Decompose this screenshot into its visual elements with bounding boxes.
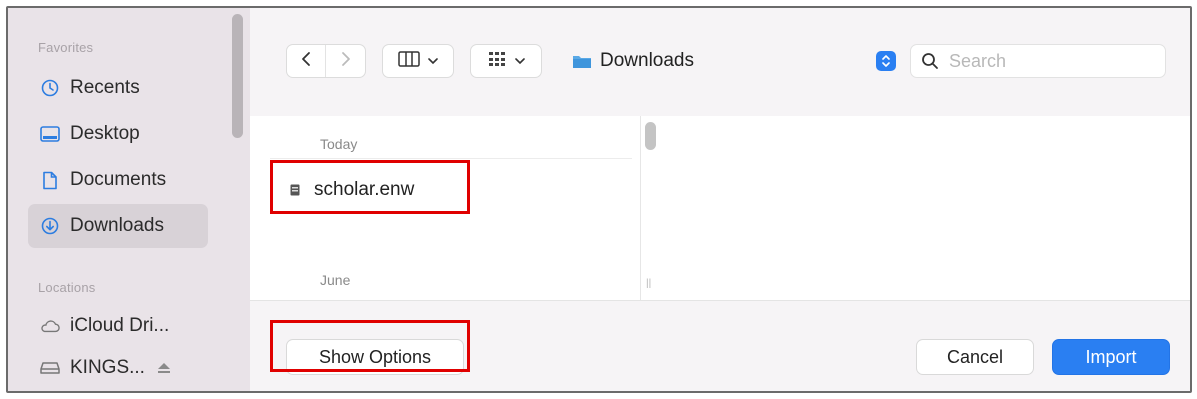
sidebar-item-desktop[interactable]: Desktop	[28, 112, 208, 156]
view-mode-button[interactable]	[382, 44, 454, 78]
sidebar-item-kings-drive[interactable]: KINGS...	[28, 346, 208, 390]
clock-icon	[40, 78, 60, 98]
sidebar-item-label: Documents	[70, 169, 167, 190]
drive-icon	[40, 358, 60, 378]
desktop-icon	[40, 124, 60, 144]
highlight-box-file	[270, 160, 470, 214]
sidebar-item-recents[interactable]: Recents	[28, 66, 208, 110]
chevron-left-icon	[301, 51, 311, 72]
highlight-box-show-options	[270, 320, 470, 372]
column-scrollbar[interactable]	[645, 122, 656, 150]
group-button[interactable]	[470, 44, 542, 78]
search-input[interactable]: Search	[949, 51, 1006, 72]
chevron-down-icon	[515, 52, 525, 70]
download-icon	[40, 216, 60, 236]
forward-button[interactable]	[326, 45, 365, 77]
favorites-heading: Favorites	[38, 40, 94, 55]
stepper-icon	[876, 51, 896, 71]
chevron-down-icon	[428, 52, 438, 70]
sidebar-scrollbar[interactable]	[232, 14, 243, 138]
sidebar: Favorites Recents Desktop Documents Down…	[8, 8, 250, 391]
eject-icon[interactable]	[157, 362, 171, 374]
locations-heading: Locations	[38, 280, 96, 295]
nav-button-group	[286, 44, 366, 78]
grid-group-icon	[487, 51, 507, 72]
search-icon	[921, 52, 939, 70]
search-field[interactable]: Search	[910, 44, 1166, 78]
file-dialog: Favorites Recents Desktop Documents Down…	[6, 6, 1192, 393]
column-resize-grip[interactable]: ||	[646, 278, 651, 289]
location-popup[interactable]: Downloads	[572, 44, 896, 78]
toolbar: Downloads Search	[250, 8, 1190, 116]
group-label-today: Today	[320, 136, 358, 152]
group-label-june: June	[320, 272, 351, 288]
sidebar-item-label: Recents	[70, 77, 140, 98]
cancel-button[interactable]: Cancel	[916, 339, 1034, 375]
back-button[interactable]	[287, 45, 327, 77]
sidebar-item-label: KINGS...	[70, 357, 145, 378]
preview-pane	[660, 116, 1190, 300]
location-label: Downloads	[600, 50, 694, 71]
sidebar-item-downloads[interactable]: Downloads	[28, 204, 208, 248]
cloud-icon	[40, 316, 60, 336]
document-icon	[40, 170, 60, 190]
folder-icon	[572, 53, 592, 69]
divider	[270, 158, 632, 159]
sidebar-item-label: iCloud Dri...	[70, 315, 170, 336]
import-button[interactable]: Import	[1052, 339, 1170, 375]
sidebar-item-documents[interactable]: Documents	[28, 158, 208, 202]
sidebar-item-icloud[interactable]: iCloud Dri...	[28, 304, 208, 348]
chevron-right-icon	[341, 51, 351, 72]
sidebar-item-label: Downloads	[70, 215, 164, 236]
sidebar-item-label: Desktop	[70, 123, 140, 144]
column-divider[interactable]	[640, 116, 641, 300]
columns-view-icon	[398, 50, 420, 72]
